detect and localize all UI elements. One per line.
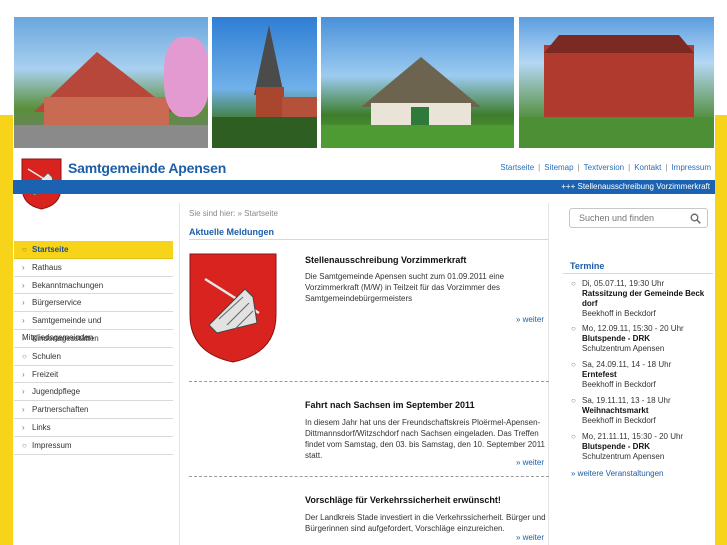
photo-farmhouse <box>14 17 208 148</box>
event-item[interactable]: ○ Sa, 19.11.11, 13 - 18 Uhr Weihnachtsma… <box>571 396 711 426</box>
event-place: Beekhoff in Beckdorf <box>582 416 656 425</box>
event-date: Mo, 21.11.11, 15:30 - 20 Uhr <box>582 432 684 441</box>
event-date: Sa, 19.11.11, 13 - 18 Uhr <box>582 396 671 405</box>
news-text: Der Landkreis Stade investiert in die Ve… <box>305 513 546 533</box>
events-divider <box>563 273 713 274</box>
event-place: Schulzentrum Apensen <box>582 344 665 353</box>
search-box <box>569 208 708 228</box>
sidebar-item-freizeit[interactable]: › Freizeit <box>14 366 173 384</box>
news-title[interactable]: Vorschläge für Verkehrssicherheit erwüns… <box>305 495 501 505</box>
news-divider <box>189 476 549 477</box>
event-date: Sa, 24.09.11, 14 - 18 Uhr <box>582 360 672 369</box>
event-date: Di, 05.07.11, 19:30 Uhr <box>582 279 665 288</box>
sidebar-item-schulen[interactable]: ○ Schulen <box>14 348 173 366</box>
event-name[interactable]: Blutspende - DRK <box>582 442 711 452</box>
photo-town-hall <box>519 17 714 148</box>
section-divider <box>189 239 549 240</box>
page: Samtgemeinde Apensen Startseite | Sitemap |… <box>13 15 715 545</box>
event-item[interactable]: ○ Mo, 21.11.11, 15:30 - 20 Uhr Blutspend… <box>571 432 711 462</box>
event-item[interactable]: ○ Di, 05.07.11, 19:30 Uhr Ratssitzung de… <box>571 279 711 319</box>
events-panel: Termine ○ Di, 05.07.11, 19:30 Uhr Ratssi… <box>563 255 715 485</box>
event-date: Mo, 12.09.11, 15:30 - 20 Uhr <box>582 324 684 333</box>
photo-banner <box>13 15 715 150</box>
event-place: Schulzentrum Apensen <box>582 452 665 461</box>
news-more-link[interactable]: » weiter <box>516 458 544 467</box>
top-navigation: Startseite | Sitemap | Textversion | Kontakt | I… <box>500 163 711 172</box>
topnav-kontakt[interactable]: Kontakt <box>634 163 661 172</box>
section-title: Aktuelle Meldungen <box>189 227 275 237</box>
news-divider <box>189 381 549 382</box>
news-item: Stellenausschreibung Vorzimmerkraft Die … <box>189 253 549 382</box>
topnav-textversion[interactable]: Textversion <box>584 163 624 172</box>
sidebar-item-impressum[interactable]: ○ Impressum <box>14 437 173 455</box>
photo-church <box>212 17 317 148</box>
sidebar-item-samtgemeinde[interactable]: › Samtgemeinde und Mitgliedsgemeinden <box>14 312 173 342</box>
more-events-link[interactable]: » weitere Veranstaltungen <box>571 469 664 478</box>
events-title: Termine <box>570 261 605 271</box>
topnav-impressum[interactable]: Impressum <box>671 163 711 172</box>
sidebar-item-rathaus[interactable]: › Rathaus <box>14 259 173 277</box>
event-item[interactable]: ○ Sa, 24.09.11, 14 - 18 Uhr Erntefest Be… <box>571 360 711 390</box>
news-ticker[interactable]: +++ Stellenausschreibung Vorzimmerkraft <box>561 182 710 191</box>
event-place: Beekhoff in Beckdorf <box>582 309 656 318</box>
sidebar-item-jugendpflege[interactable]: › Jugendpflege <box>14 383 173 402</box>
event-name[interactable]: Ratssitzung der Gemeinde Beck dorf <box>582 289 711 309</box>
sidebar-item-bekanntmachungen[interactable]: › Bekanntmachungen <box>14 277 173 295</box>
event-name[interactable]: Weihnachtsmarkt <box>582 406 711 416</box>
topnav-sitemap[interactable]: Sitemap <box>544 163 573 172</box>
news-title[interactable]: Stellenausschreibung Vorzimmerkraft <box>305 255 466 265</box>
sidebar-item-partnerschaften[interactable]: › Partnerschaften <box>14 401 173 419</box>
main-content: Sie sind hier: » Startseite Aktuelle Mel… <box>179 203 549 545</box>
news-text: Die Samtgemeinde Apensen sucht zum 01.09… <box>305 272 505 303</box>
coat-of-arms-icon <box>189 253 277 363</box>
sidebar-item-buergerservice[interactable]: › Bürgerservice <box>14 294 173 313</box>
event-name[interactable]: Erntefest <box>582 370 711 380</box>
event-place: Beekhoff in Beckdorf <box>582 380 656 389</box>
site-title[interactable]: Samtgemeinde Apensen <box>68 160 226 176</box>
news-more-link[interactable]: » weiter <box>516 533 544 542</box>
news-item: Fahrt nach Sachsen im September 2011 In … <box>189 398 549 478</box>
news-title[interactable]: Fahrt nach Sachsen im September 2011 <box>305 400 475 410</box>
magnifier-icon[interactable] <box>690 213 701 224</box>
topnav-startseite[interactable]: Startseite <box>500 163 534 172</box>
breadcrumb: Sie sind hier: » Startseite <box>189 209 278 218</box>
news-text: In diesem Jahr hat uns der Freundschafts… <box>305 418 545 460</box>
sidebar-item-startseite[interactable]: ○ Startseite <box>14 241 173 259</box>
news-more-link[interactable]: » weiter <box>516 315 544 324</box>
event-item[interactable]: ○ Mo, 12.09.11, 15:30 - 20 Uhr Blutspend… <box>571 324 711 354</box>
search-input[interactable] <box>570 209 685 227</box>
sidebar-item-links[interactable]: › Links <box>14 419 173 437</box>
sidebar-navigation: ○ Startseite › Rathaus › Bekanntmachungen ›… <box>14 241 173 455</box>
sidebar-item-kindertagesstaetten[interactable]: › Kindertagesstätten <box>14 330 173 348</box>
photo-thatched-house <box>321 17 514 148</box>
news-item: Vorschläge für Verkehrssicherheit erwüns… <box>189 493 549 543</box>
event-name[interactable]: Blutspende - DRK <box>582 334 711 344</box>
